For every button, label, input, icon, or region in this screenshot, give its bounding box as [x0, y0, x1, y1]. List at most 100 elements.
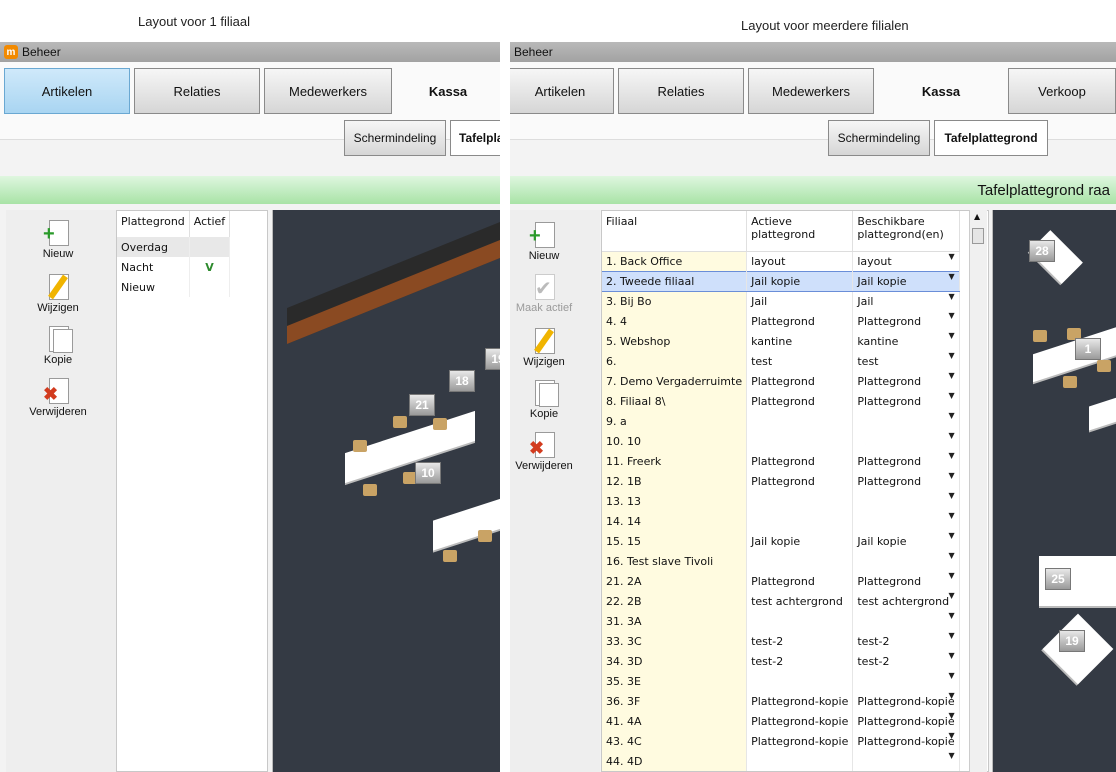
- dropdown-arrow-icon[interactable]: ▼: [948, 571, 954, 580]
- dropdown-arrow-icon[interactable]: ▼: [948, 331, 954, 340]
- delete-button[interactable]: ✖ Verwijderen: [18, 376, 98, 418]
- beschikbare-plattegrond-select[interactable]: kantine ▼: [852, 331, 960, 351]
- floorplan-canvas[interactable]: 10 18 21 19: [272, 202, 500, 772]
- table-row[interactable]: 15. 15 Jail kopie Jail kopie ▼: [602, 531, 960, 551]
- copy-button[interactable]: Kopie: [510, 378, 584, 420]
- beschikbare-plattegrond-select[interactable]: test-2 ▼: [852, 651, 960, 671]
- nav-relaties-button[interactable]: Relaties: [134, 68, 260, 114]
- subnav-tafelplattegrond-button[interactable]: Tafelplattegrond: [934, 120, 1048, 156]
- table-row[interactable]: 2. Tweede filiaal Jail kopie Jail kopie ▼: [602, 270, 960, 292]
- beschikbare-plattegrond-select[interactable]: ▼: [852, 611, 960, 631]
- dropdown-arrow-icon[interactable]: ▼: [948, 691, 954, 700]
- beschikbare-plattegrond-select[interactable]: Jail kopie ▼: [852, 531, 960, 551]
- nav-relaties-button[interactable]: Relaties: [618, 68, 744, 114]
- table-row[interactable]: 35. 3E ▼: [602, 671, 960, 691]
- beschikbare-plattegrond-select[interactable]: Plattegrond ▼: [852, 391, 960, 411]
- table-row[interactable]: 7. Demo Vergaderruimte Plattegrond Platteg…: [602, 371, 960, 391]
- beschikbare-plattegrond-select[interactable]: test ▼: [852, 351, 960, 371]
- column-header-actief[interactable]: Actief: [189, 211, 231, 237]
- beschikbare-plattegrond-select[interactable]: Plattegrond-kopie ▼: [852, 731, 960, 751]
- nav-medewerkers-button[interactable]: Medewerkers: [748, 68, 874, 114]
- subnav-schermindeling-button[interactable]: Schermindeling: [828, 120, 930, 156]
- table-number-badge[interactable]: 25: [1045, 568, 1071, 590]
- nav-artikelen-button[interactable]: Artikelen: [510, 68, 614, 114]
- table-number-badge[interactable]: 1: [1075, 338, 1101, 360]
- dropdown-arrow-icon[interactable]: ▼: [948, 391, 954, 400]
- table-row[interactable]: 6. test test ▼: [602, 351, 960, 371]
- table-row[interactable]: 3. Bij Bo Jail Jail ▼: [602, 291, 960, 311]
- table-row[interactable]: 34. 3D test-2 test-2 ▼: [602, 651, 960, 671]
- subnav-tafelplattegrond-button[interactable]: Tafelpla: [450, 120, 500, 156]
- beschikbare-plattegrond-select[interactable]: Plattegrond ▼: [852, 571, 960, 591]
- floor-table[interactable]: [1089, 393, 1116, 431]
- dropdown-arrow-icon[interactable]: ▼: [948, 751, 954, 760]
- table-row[interactable]: 31. 3A ▼: [602, 611, 960, 631]
- table-number-badge[interactable]: 19: [1059, 630, 1085, 652]
- beschikbare-plattegrond-select[interactable]: ▼: [852, 491, 960, 511]
- table-row[interactable]: 33. 3C test-2 test-2 ▼: [602, 631, 960, 651]
- beschikbare-plattegrond-select[interactable]: Jail ▼: [852, 291, 960, 311]
- column-header-plattegrond[interactable]: Plattegrond: [117, 211, 190, 237]
- new-button[interactable]: + Nieuw: [18, 218, 98, 260]
- filiaal-list-scrollbar[interactable]: ▲: [969, 210, 987, 772]
- table-row[interactable]: Overdag: [117, 237, 231, 257]
- beschikbare-plattegrond-select[interactable]: ▼: [852, 511, 960, 531]
- beschikbare-plattegrond-select[interactable]: test achtergrond ▼: [852, 591, 960, 611]
- beschikbare-plattegrond-select[interactable]: Plattegrond ▼: [852, 451, 960, 471]
- delete-button[interactable]: ✖ Verwijderen: [510, 430, 584, 472]
- dropdown-arrow-icon[interactable]: ▼: [948, 651, 954, 660]
- dropdown-arrow-icon[interactable]: ▼: [948, 631, 954, 640]
- table-row[interactable]: 43. 4C Plattegrond-kopie Plattegrond-kopie…: [602, 731, 960, 751]
- edit-button[interactable]: Wijzigen: [510, 326, 584, 368]
- table-number-badge[interactable]: 28: [1029, 240, 1055, 262]
- table-row[interactable]: 12. 1B Plattegrond Plattegrond ▼: [602, 471, 960, 491]
- new-button[interactable]: + Nieuw: [510, 220, 584, 262]
- dropdown-arrow-icon[interactable]: ▼: [948, 411, 954, 420]
- make-active-button[interactable]: ✔ Maak actief: [510, 272, 584, 314]
- table-row[interactable]: 11. Freerk Plattegrond Plattegrond ▼: [602, 451, 960, 471]
- nav-verkoop-button[interactable]: Verkoop: [1008, 68, 1116, 114]
- dropdown-arrow-icon[interactable]: ▼: [948, 491, 954, 500]
- dropdown-arrow-icon[interactable]: ▼: [948, 591, 954, 600]
- dropdown-arrow-icon[interactable]: ▼: [948, 551, 954, 560]
- scroll-thumb[interactable]: [972, 228, 984, 244]
- table-row[interactable]: 21. 2A Plattegrond Plattegrond ▼: [602, 571, 960, 591]
- table-row[interactable]: 14. 14 ▼: [602, 511, 960, 531]
- table-row[interactable]: 8. Filiaal 8\ Plattegrond Plattegrond ▼: [602, 391, 960, 411]
- beschikbare-plattegrond-select[interactable]: Plattegrond-kopie ▼: [852, 711, 960, 731]
- dropdown-arrow-icon[interactable]: ▼: [948, 711, 954, 720]
- copy-button[interactable]: Kopie: [18, 324, 98, 366]
- dropdown-arrow-icon[interactable]: ▼: [948, 371, 954, 380]
- dropdown-arrow-icon[interactable]: ▼: [948, 531, 954, 540]
- table-number-badge[interactable]: 18: [449, 370, 475, 392]
- subnav-schermindeling-button[interactable]: Schermindeling: [344, 120, 446, 156]
- beschikbare-plattegrond-select[interactable]: ▼: [852, 431, 960, 451]
- dropdown-arrow-icon[interactable]: ▼: [948, 252, 954, 261]
- table-row[interactable]: 36. 3F Plattegrond-kopie Plattegrond-kopie…: [602, 691, 960, 711]
- nav-kassa-button[interactable]: Kassa: [878, 68, 1004, 114]
- dropdown-arrow-icon[interactable]: ▼: [948, 431, 954, 440]
- table-row[interactable]: 9. a ▼: [602, 411, 960, 431]
- beschikbare-plattegrond-select[interactable]: Plattegrond ▼: [852, 471, 960, 491]
- beschikbare-plattegrond-select[interactable]: ▼: [852, 751, 960, 771]
- table-row[interactable]: 16. Test slave Tivoli ▼: [602, 551, 960, 571]
- beschikbare-plattegrond-select[interactable]: ▼: [852, 411, 960, 431]
- nav-kassa-button[interactable]: Kassa: [396, 68, 500, 114]
- column-header-filiaal[interactable]: Filiaal: [602, 211, 748, 252]
- beschikbare-plattegrond-select[interactable]: ▼: [852, 671, 960, 691]
- dropdown-arrow-icon[interactable]: ▼: [948, 311, 954, 320]
- floorplan-canvas[interactable]: 28 1 25 19: [992, 210, 1116, 772]
- beschikbare-plattegrond-select[interactable]: Plattegrond ▼: [852, 371, 960, 391]
- beschikbare-plattegrond-select[interactable]: Plattegrond-kopie ▼: [852, 691, 960, 711]
- table-row[interactable]: 4. 4 Plattegrond Plattegrond ▼: [602, 311, 960, 331]
- scroll-up-icon[interactable]: ▲: [974, 212, 980, 221]
- table-row[interactable]: 44. 4D ▼: [602, 751, 960, 771]
- nav-medewerkers-button[interactable]: Medewerkers: [264, 68, 392, 114]
- column-header-actieve-plattegrond[interactable]: Actieve plattegrond: [746, 211, 854, 252]
- table-row[interactable]: 13. 13 ▼: [602, 491, 960, 511]
- beschikbare-plattegrond-select[interactable]: Jail kopie ▼: [852, 270, 960, 292]
- dropdown-arrow-icon[interactable]: ▼: [948, 511, 954, 520]
- edit-button[interactable]: Wijzigen: [18, 272, 98, 314]
- dropdown-arrow-icon[interactable]: ▼: [948, 351, 954, 360]
- table-row[interactable]: 41. 4A Plattegrond-kopie Plattegrond-kopie…: [602, 711, 960, 731]
